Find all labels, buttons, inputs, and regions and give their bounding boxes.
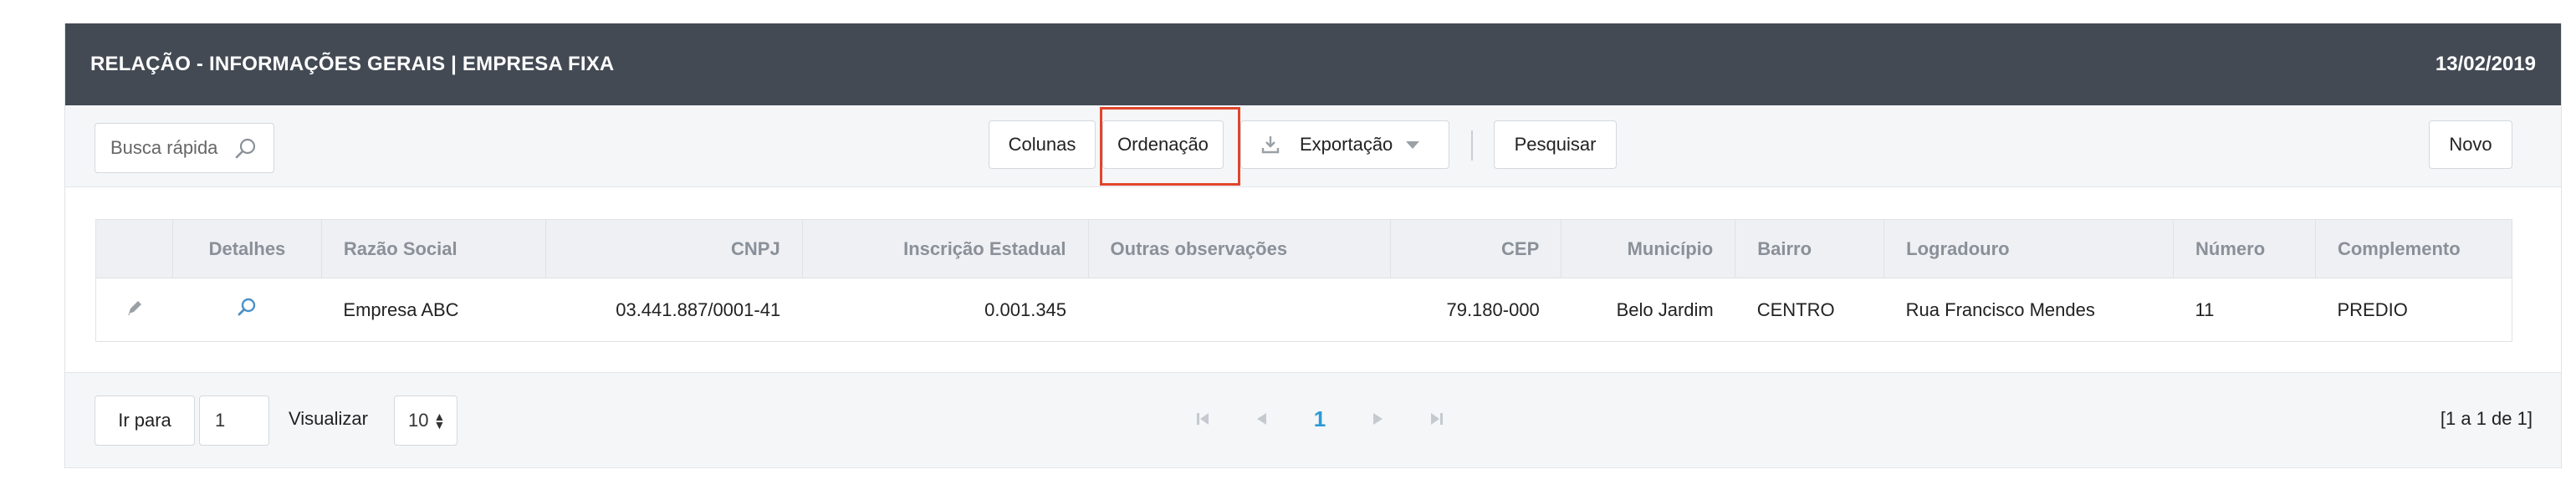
- cell-cnpj: 03.441.887/0001-41: [545, 278, 803, 342]
- columns-button[interactable]: Colunas: [989, 120, 1096, 169]
- search-icon[interactable]: [233, 136, 258, 161]
- last-page-icon[interactable]: [1408, 411, 1466, 427]
- download-icon: [1261, 136, 1280, 154]
- search-button[interactable]: Pesquisar: [1494, 120, 1617, 169]
- new-button[interactable]: Novo: [2429, 120, 2512, 169]
- magnifier-icon[interactable]: [236, 297, 258, 319]
- cell-bairro: CENTRO: [1735, 278, 1884, 342]
- cell-logradouro: Rua Francisco Mendes: [1883, 278, 2174, 342]
- report-panel: RELAÇÃO - INFORMAÇÕES GERAIS | EMPRESA F…: [64, 23, 2562, 468]
- table-row[interactable]: Empresa ABC 03.441.887/0001-41 0.001.345…: [95, 278, 2513, 342]
- spinner-icon: ▲ ▼: [433, 410, 446, 431]
- export-button-label: Exportação: [1300, 134, 1393, 155]
- column-header-bairro[interactable]: Bairro: [1735, 219, 1885, 278]
- column-header-logradouro[interactable]: Logradouro: [1883, 219, 2175, 278]
- table-area: Detalhes Razão Social CNPJ Inscrição Est…: [65, 187, 2561, 373]
- edit-cell: [95, 278, 173, 342]
- toolbar-divider: [1471, 130, 1473, 161]
- column-header-cep[interactable]: CEP: [1390, 219, 1562, 278]
- quick-search-input[interactable]: [110, 137, 236, 159]
- pencil-icon[interactable]: [125, 298, 145, 318]
- cell-cep: 79.180-000: [1390, 278, 1561, 342]
- column-header-outras-observacoes[interactable]: Outras observações: [1087, 219, 1392, 278]
- chevron-down-icon: [1406, 140, 1420, 149]
- page-size-select[interactable]: 10 ▲ ▼: [394, 395, 457, 446]
- page-number-input[interactable]: 1: [199, 395, 269, 446]
- details-cell: [172, 278, 322, 342]
- column-header-numero[interactable]: Número: [2173, 219, 2316, 278]
- page-size-label: Visualizar: [289, 408, 368, 429]
- record-range: [1 a 1 de 1]: [2440, 408, 2533, 429]
- cell-numero: 11: [2173, 278, 2316, 342]
- table-header-row: Detalhes Razão Social CNPJ Inscrição Est…: [95, 219, 2513, 278]
- page-size-value: 10: [408, 410, 429, 431]
- cell-outras-observacoes: [1088, 278, 1391, 342]
- cell-complemento: PREDIO: [2315, 278, 2513, 342]
- export-button[interactable]: Exportação: [1240, 120, 1449, 169]
- cell-municipio: Belo Jardim: [1561, 278, 1735, 342]
- next-page-icon[interactable]: [1349, 411, 1408, 427]
- quick-search-box[interactable]: [95, 123, 274, 173]
- column-header-complemento[interactable]: Complemento: [2314, 219, 2513, 278]
- column-header-municipio[interactable]: Município: [1561, 219, 1736, 278]
- data-table: Detalhes Razão Social CNPJ Inscrição Est…: [95, 219, 2513, 342]
- column-header-inscricao-estadual[interactable]: Inscrição Estadual: [801, 219, 1089, 278]
- go-to-page-button[interactable]: Ir para: [95, 395, 195, 446]
- current-page-number[interactable]: 1: [1291, 406, 1349, 432]
- column-header-detalhes[interactable]: Detalhes: [171, 219, 322, 278]
- pager: 1: [1173, 398, 1466, 440]
- column-header-razao-social[interactable]: Razão Social: [320, 219, 546, 278]
- panel-header: RELAÇÃO - INFORMAÇÕES GERAIS | EMPRESA F…: [65, 23, 2561, 105]
- pagination-footer: Ir para 1 Visualizar 10 ▲ ▼ 1 [1 a 1 de 1…: [65, 373, 2561, 468]
- report-date: 13/02/2019: [2435, 53, 2536, 75]
- cell-razao-social: Empresa ABC: [321, 278, 546, 342]
- column-header-actions: [95, 219, 173, 278]
- column-header-cnpj[interactable]: CNPJ: [544, 219, 803, 278]
- first-page-icon[interactable]: [1173, 411, 1232, 427]
- sort-button[interactable]: Ordenação: [1102, 120, 1224, 169]
- toolbar: Colunas Ordenação Exportação Pesquisar N…: [65, 105, 2561, 187]
- page-title: RELAÇÃO - INFORMAÇÕES GERAIS | EMPRESA F…: [90, 53, 615, 75]
- previous-page-icon[interactable]: [1232, 411, 1291, 427]
- cell-inscricao-estadual: 0.001.345: [802, 278, 1089, 342]
